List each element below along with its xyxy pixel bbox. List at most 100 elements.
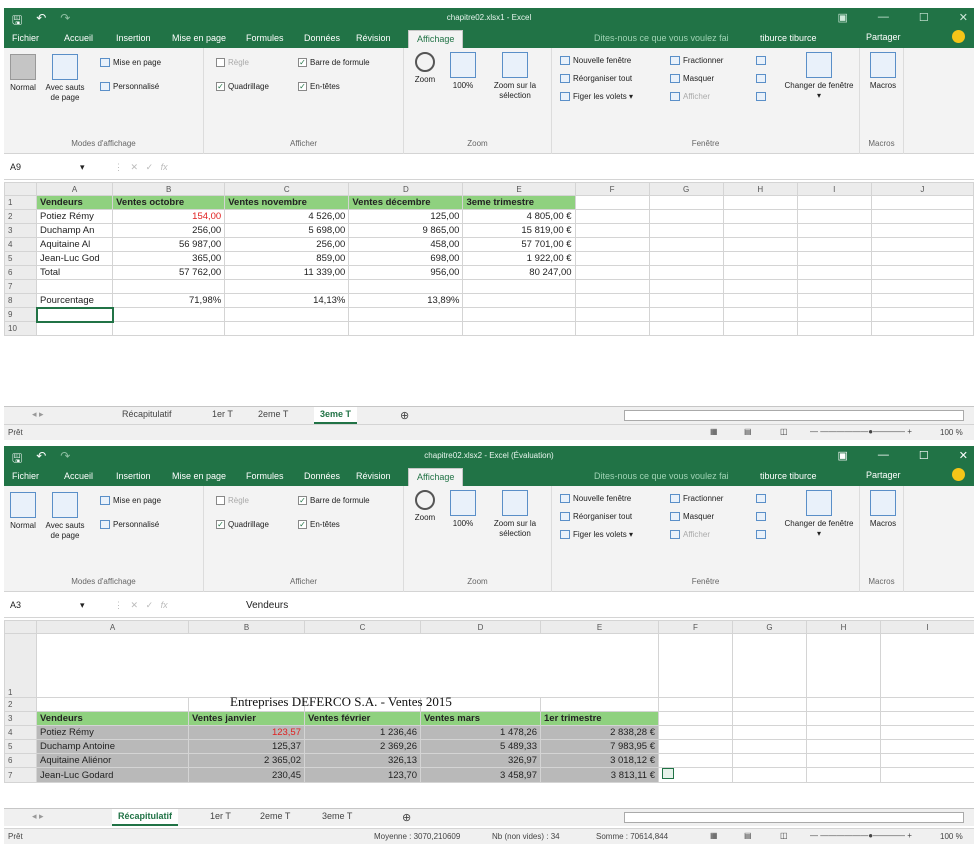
tab-accueil[interactable]: Accueil [64,471,93,481]
tab-3eme-t[interactable]: 3eme T [314,407,358,424]
tab-insertion[interactable]: Insertion [116,33,151,43]
cell[interactable]: 326,13 [304,753,421,768]
cell[interactable]: 125,00 [348,209,464,224]
new-window-button[interactable]: Nouvelle fenêtre [560,56,631,66]
close-icon[interactable]: ✕ [959,11,968,24]
hide-button[interactable]: Masquer [670,512,714,522]
column-header[interactable]: F [574,182,650,196]
tab-mise-en-page[interactable]: Mise en page [172,33,226,43]
cell[interactable]: 230,45 [188,767,305,783]
name-box[interactable]: A9 ▾ [10,162,100,176]
column-header[interactable]: H [722,182,798,196]
horizontal-scrollbar[interactable] [624,812,964,823]
switch-window-button[interactable]: Changer de fenêtre ▾ [784,52,854,101]
cell[interactable]: 123,70 [304,767,421,783]
cell[interactable]: 698,00 [348,251,464,266]
maximize-icon[interactable]: ☐ [919,449,929,462]
cell[interactable]: Duchamp Antoine [36,739,189,754]
select-all[interactable] [3,182,38,196]
zoom-button[interactable]: Zoom [408,52,442,85]
cell[interactable]: Ventes janvier [188,711,305,726]
cell[interactable]: 3eme trimestre [462,195,576,210]
cell[interactable]: Aquitaine Aliénor [36,753,189,768]
maximize-icon[interactable]: ☐ [919,11,929,24]
tab-affichage[interactable]: Affichage [408,468,464,486]
cell[interactable]: Ventes février [304,711,421,726]
fx-icon[interactable]: fx [161,162,168,172]
cell[interactable]: 80 247,00 [462,265,576,280]
tab-revision[interactable]: Révision [356,471,391,481]
reset-position-icon[interactable] [756,92,769,102]
ribbon-display-icon[interactable]: ▣ [838,449,848,462]
cell[interactable]: 3 018,12 € [540,753,659,768]
add-sheet-icon[interactable]: ⊕ [402,811,411,824]
row-header[interactable]: 8 [3,293,38,308]
select-all[interactable] [4,620,37,634]
scroll-left-icon[interactable]: ◂ ▸ [32,811,44,822]
side-by-side-icon[interactable] [756,494,769,504]
cell[interactable]: Duchamp An [36,223,114,238]
cell[interactable]: 7 983,95 € [540,739,659,754]
cell[interactable]: 1 922,00 € [462,251,576,266]
enter-icon[interactable]: ✓ [146,162,154,172]
zoom-level[interactable]: 100 % [940,428,963,437]
formula-bar-checkbox[interactable]: ✓ Barre de formule [298,58,370,68]
column-header[interactable]: I [796,182,872,196]
view-layout-icon[interactable]: ▤ [744,831,752,840]
custom-view-button[interactable]: Personnalisé [100,82,159,92]
column-header[interactable]: C [224,182,350,196]
selected-cell[interactable] [35,306,114,323]
cell[interactable]: 4 805,00 € [462,209,576,224]
tab-revision[interactable]: Révision [356,33,391,43]
cell[interactable]: 57 701,00 € [462,237,576,252]
macros-button[interactable]: Macros [866,490,900,529]
ruler-checkbox[interactable]: Règle [216,496,249,506]
tab-donnees[interactable]: Données [304,33,340,43]
split-button[interactable]: Fractionner [670,494,723,504]
cell[interactable]: 56 987,00 [112,237,226,252]
column-header[interactable]: B [188,620,305,634]
tab-formules[interactable]: Formules [246,33,284,43]
unhide-button[interactable]: Afficher [670,530,710,540]
cell[interactable]: Jean-Luc Godard [36,767,189,783]
cell[interactable]: 4 526,00 [224,209,350,224]
tab-accueil[interactable]: Accueil [64,33,93,43]
cell[interactable]: 125,37 [188,739,305,754]
zoom-button[interactable]: Zoom [408,490,442,523]
title-cell[interactable] [36,633,659,698]
row-header[interactable]: 5 [3,251,38,266]
zoom-selection-button[interactable]: Zoom sur la sélection [484,52,546,101]
cell[interactable]: Vendeurs [36,711,189,726]
arrange-all-button[interactable]: Réorganiser tout [560,74,632,84]
tab-recapitulatif[interactable]: Récapitulatif [112,809,179,826]
side-by-side-icon[interactable] [756,56,769,66]
new-window-button[interactable]: Nouvelle fenêtre [560,494,631,504]
row-header[interactable]: 10 [3,321,38,336]
sync-scroll-icon[interactable] [756,74,769,84]
count-readout[interactable]: Nb (non vides) : 34 [492,832,560,841]
cell[interactable]: 859,00 [224,251,350,266]
cell[interactable]: 123,57 [188,725,305,740]
cell[interactable]: 3 458,97 [420,767,541,783]
column-header[interactable]: H [806,620,881,634]
column-header[interactable]: C [304,620,421,634]
tab-donnees[interactable]: Données [304,471,340,481]
reset-position-icon[interactable] [756,530,769,540]
column-header[interactable]: D [348,182,464,196]
column-header[interactable]: J [870,182,974,196]
column-header[interactable]: E [462,182,576,196]
minimize-icon[interactable]: — [878,449,889,462]
row-header[interactable]: 5 [4,739,37,754]
cell[interactable]: 1er trimestre [540,711,659,726]
cell[interactable]: 365,00 [112,251,226,266]
tab-affichage[interactable]: Affichage [408,30,464,48]
tab-3eme-t[interactable]: 3eme T [322,811,352,821]
cell[interactable]: 57 762,00 [112,265,226,280]
user-name[interactable]: tiburce tiburce [760,471,817,481]
cell[interactable]: Ventes mars [420,711,541,726]
page-layout-button[interactable]: Mise en page [100,58,161,68]
headings-checkbox[interactable]: ✓ En-têtes [298,82,340,92]
tab-1er-t[interactable]: 1er T [212,409,233,419]
tab-insertion[interactable]: Insertion [116,471,151,481]
cell[interactable]: 9 865,00 [348,223,464,238]
